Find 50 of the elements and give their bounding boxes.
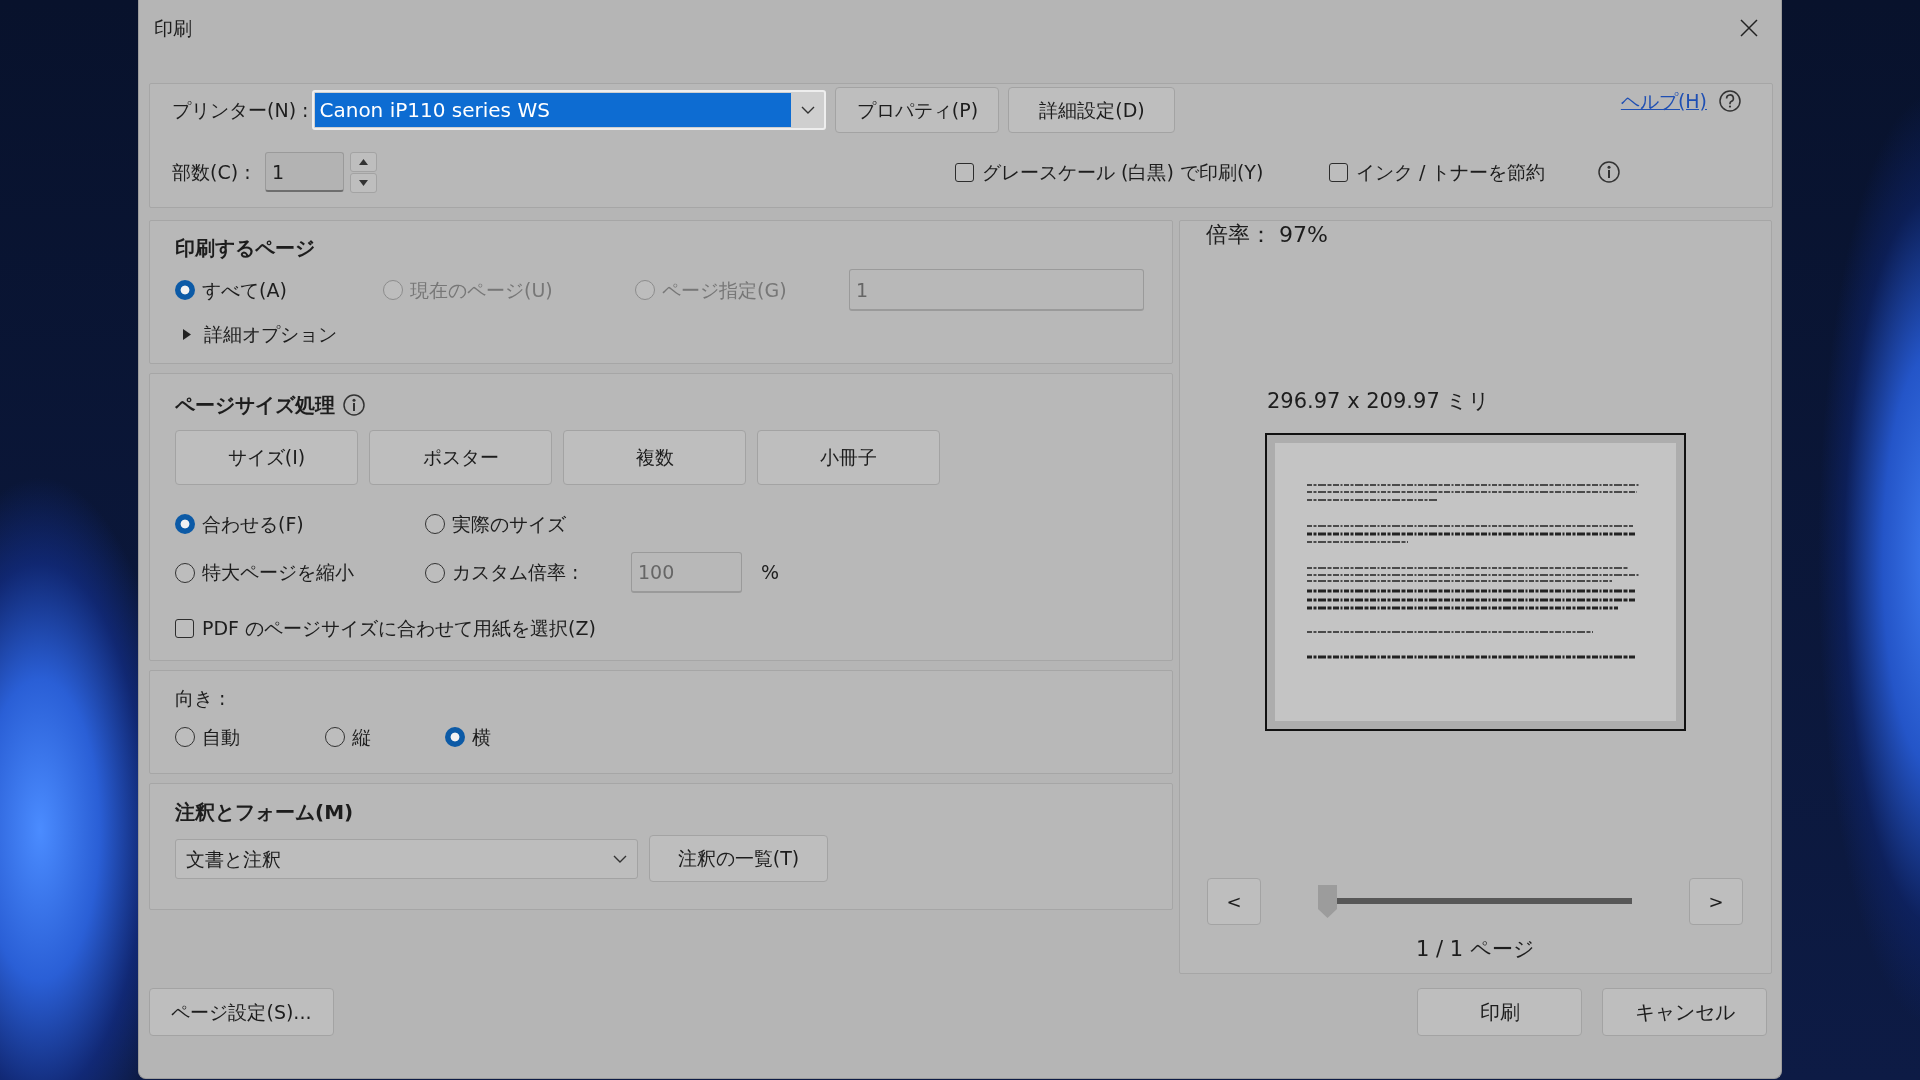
section-heading: 印刷するページ bbox=[175, 235, 315, 261]
sizing-mode-button[interactable]: 小冊子 bbox=[757, 430, 940, 485]
comments-summary-button[interactable]: 注釈の一覧(T) bbox=[649, 835, 828, 882]
radio-option[interactable]: 特大ページを縮小 bbox=[175, 560, 425, 585]
print-button[interactable]: 印刷 bbox=[1417, 988, 1582, 1036]
cancel-button[interactable]: キャンセル bbox=[1602, 988, 1767, 1036]
sizing-mode-button[interactable]: ポスター bbox=[369, 430, 552, 485]
previous-page-button[interactable]: < bbox=[1207, 878, 1261, 925]
printer-dropdown[interactable]: Canon iP110 series WS bbox=[312, 90, 827, 130]
spin-down-button[interactable] bbox=[350, 172, 377, 193]
section-heading: 注釈とフォーム(M) bbox=[175, 799, 354, 825]
checkbox-option[interactable]: グレースケール (白黒) で印刷(Y) bbox=[955, 159, 1329, 185]
sizing-mode-button[interactable]: サイズ(I) bbox=[175, 430, 358, 485]
expander[interactable]: 詳細オプション bbox=[175, 321, 337, 347]
up-arrow-icon bbox=[359, 158, 368, 165]
close-icon[interactable] bbox=[1740, 19, 1758, 37]
spin-up-button[interactable] bbox=[350, 151, 377, 172]
zoom-label: 倍率： 97% bbox=[1206, 221, 1328, 249]
advanced-settings-button[interactable]: 詳細設定(D) bbox=[1008, 87, 1176, 133]
radio-option[interactable]: 実際のサイズ bbox=[425, 511, 566, 537]
chevron-down-icon bbox=[613, 854, 627, 863]
checkbox-option[interactable]: PDF のページサイズに合わせて用紙を選択(Z) bbox=[175, 613, 596, 643]
radio-option[interactable]: 自動 bbox=[175, 724, 325, 750]
section-heading: ページサイズ処理 bbox=[175, 392, 335, 418]
sizing-mode-button[interactable]: 複数 bbox=[563, 430, 746, 485]
radio-option[interactable]: 合わせる(F) bbox=[175, 511, 425, 537]
info-icon[interactable] bbox=[343, 394, 365, 416]
down-arrow-icon bbox=[359, 179, 368, 186]
copies-field[interactable]: 1 bbox=[265, 152, 344, 192]
help-link[interactable]: ヘルプ(H) bbox=[1620, 89, 1707, 114]
radio-option[interactable]: すべて(A) bbox=[175, 277, 383, 303]
slider-thumb[interactable] bbox=[1318, 885, 1337, 918]
paper-size-label: 296.97 x 209.97 ミリ bbox=[1267, 388, 1491, 415]
checkbox-option[interactable]: インク / トナーを節約 bbox=[1329, 159, 1598, 185]
field-label: 向き : bbox=[175, 686, 226, 711]
page-setup-button[interactable]: ページ設定(S)... bbox=[149, 988, 334, 1036]
field-label: プリンター(N) : bbox=[172, 97, 309, 123]
field-label: 部数(C) : bbox=[172, 159, 252, 185]
info-icon[interactable] bbox=[1598, 161, 1620, 183]
next-page-button[interactable]: > bbox=[1689, 878, 1743, 925]
chevron-down-icon bbox=[801, 106, 816, 114]
comments-dropdown[interactable]: 文書と注釈 bbox=[175, 838, 638, 879]
help-icon[interactable] bbox=[1719, 90, 1741, 113]
radio-option[interactable]: カスタム倍率 : bbox=[425, 560, 631, 585]
radio-option[interactable]: 縦 bbox=[325, 724, 445, 750]
window-title: 印刷 bbox=[154, 15, 192, 41]
unit-label: % bbox=[761, 560, 780, 585]
page-count-label: 1 / 1 ページ bbox=[1416, 936, 1535, 962]
properties-button[interactable]: プロパティ(P) bbox=[835, 87, 1000, 133]
radio-option[interactable]: 横 bbox=[445, 724, 491, 750]
